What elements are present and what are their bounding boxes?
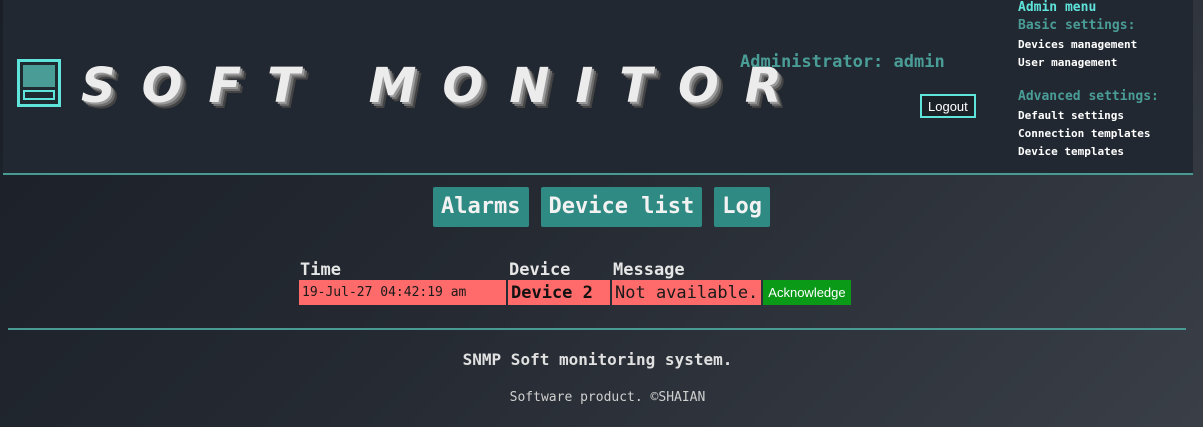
table-header-row: Time Device Message <box>299 256 851 280</box>
header: SOFT MONITOR Administrator: admin Logout… <box>3 0 1193 175</box>
alarm-device: Device 2 <box>508 280 610 305</box>
alarm-time: 19-Jul-27 04:42:19 am <box>299 280 506 305</box>
column-header-message: Message <box>613 260 685 280</box>
monitor-logo-icon <box>17 59 61 107</box>
menu-item-default-settings[interactable]: Default settings <box>1018 107 1159 125</box>
column-header-device: Device <box>509 260 571 280</box>
main-nav: Alarms Device list Log <box>0 187 1203 227</box>
basic-settings-title: Basic settings: <box>1018 18 1136 33</box>
footer-copyright: Software product. ©SHAIAN <box>509 390 706 405</box>
advanced-settings-title: Advanced settings: <box>1018 89 1159 104</box>
logo-text: SOFT MONITOR <box>81 58 808 114</box>
tab-alarms[interactable]: Alarms <box>433 187 529 227</box>
menu-item-connection-templates[interactable]: Connection templates <box>1018 125 1159 143</box>
footer-title: SNMP Soft monitoring system. <box>462 350 733 369</box>
alarm-message: Not available. <box>612 280 762 305</box>
admin-menu: Admin menu Basic settings: Devices manag… <box>1018 0 1159 161</box>
acknowledge-button[interactable]: Acknowledge <box>763 280 851 305</box>
menu-item-devices-management[interactable]: Devices management <box>1018 36 1159 54</box>
admin-label: Administrator: admin <box>740 52 945 72</box>
admin-menu-title: Admin menu <box>1018 0 1097 15</box>
logout-button[interactable]: Logout <box>920 94 976 118</box>
alarms-table: Time Device Message 19-Jul-27 04:42:19 a… <box>297 256 853 305</box>
tab-device-list[interactable]: Device list <box>540 187 703 227</box>
table-row: 19-Jul-27 04:42:19 am Device 2 Not avail… <box>299 280 851 305</box>
column-header-time: Time <box>300 260 341 280</box>
footer-divider <box>8 328 1186 330</box>
menu-item-device-templates[interactable]: Device templates <box>1018 143 1159 161</box>
menu-item-user-management[interactable]: User management <box>1018 54 1159 72</box>
tab-log[interactable]: Log <box>714 187 770 227</box>
